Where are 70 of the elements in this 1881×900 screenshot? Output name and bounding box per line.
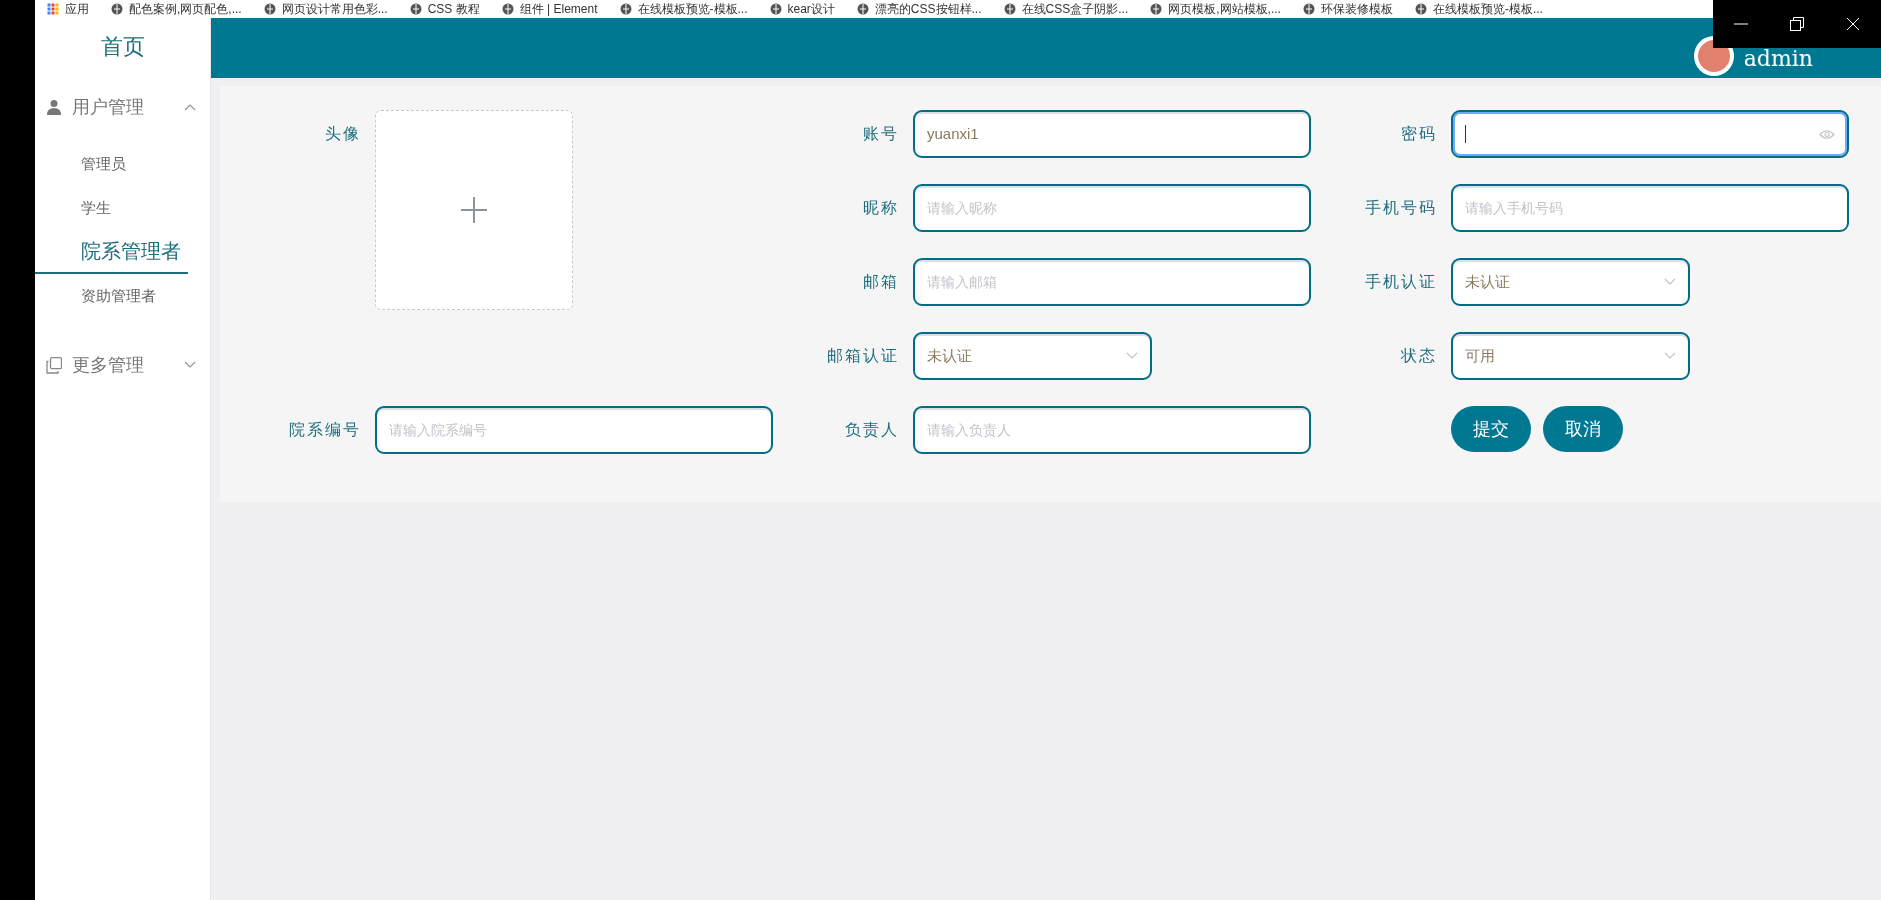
input-placeholder: 请输入院系编号: [389, 420, 487, 440]
chevron-down-icon: [184, 361, 196, 369]
globe-icon: [1414, 3, 1427, 15]
bookmark[interactable]: 网页设计常用色彩...: [263, 2, 388, 16]
field-label: 邮箱: [863, 271, 899, 293]
field-label: 负责人: [845, 419, 899, 441]
menu-group[interactable]: 用户管理: [35, 80, 210, 134]
username[interactable]: admin: [1743, 46, 1813, 72]
select-value: 未认证: [1465, 271, 1510, 292]
field-label: 邮箱认证: [827, 345, 899, 367]
user-icon: [46, 99, 62, 115]
chevron-up-icon: [184, 103, 196, 111]
field-label: 院系编号: [289, 419, 361, 441]
input-placeholder: 请输入昵称: [927, 198, 997, 218]
globe-icon: [1302, 3, 1315, 15]
menu-group[interactable]: 更多管理: [35, 338, 210, 392]
field-label: 头像: [325, 123, 361, 145]
globe-icon: [409, 3, 422, 15]
restore-icon[interactable]: [1790, 17, 1804, 31]
globe-icon: [263, 3, 276, 15]
plus-icon: [460, 196, 488, 224]
password-field[interactable]: [1451, 110, 1849, 158]
field-label: 状态: [1401, 345, 1437, 367]
text-cursor: [1465, 125, 1466, 143]
globe-icon: [619, 3, 632, 15]
bookmark[interactable]: 组件 | Element: [501, 2, 598, 16]
globe-icon: [1150, 3, 1163, 15]
bookmark[interactable]: 在线模板预览-模板...: [619, 2, 748, 16]
submit-button[interactable]: 提交: [1451, 406, 1531, 452]
bookmark[interactable]: 配色案例,网页配色,...: [111, 2, 242, 16]
globe-icon: [501, 3, 514, 15]
field-label: 密码: [1401, 123, 1437, 145]
chevron-down-icon: [1126, 352, 1138, 360]
select-value: 可用: [1465, 345, 1495, 366]
input-field[interactable]: yuanxi1: [913, 110, 1311, 158]
globe-icon: [1003, 3, 1016, 15]
input-placeholder: 请输入手机号码: [1465, 198, 1563, 218]
close-icon[interactable]: [1846, 17, 1860, 31]
bookmark[interactable]: 漂亮的CSS按钮样...: [856, 2, 982, 16]
select-field[interactable]: 未认证: [913, 332, 1152, 380]
field-label: 账号: [863, 123, 899, 145]
bookmark[interactable]: 在线模板预览-模板...: [1414, 2, 1543, 16]
menu-item[interactable]: 学生: [35, 186, 188, 230]
select-field[interactable]: 可用: [1451, 332, 1690, 380]
field-label: 昵称: [863, 197, 899, 219]
bookmark[interactable]: kear设计: [769, 2, 835, 16]
select-value: 未认证: [927, 345, 972, 366]
bookmark[interactable]: 网页模板,网站模板,...: [1150, 2, 1281, 16]
bookmark[interactable]: 应用: [47, 2, 89, 16]
bookmark[interactable]: 在线CSS盒子阴影...: [1003, 2, 1129, 16]
globe-icon: [769, 3, 782, 15]
cancel-button[interactable]: 取消: [1543, 406, 1623, 452]
globe-icon: [111, 3, 123, 15]
select-field[interactable]: 未认证: [1451, 258, 1690, 306]
globe-icon: [856, 3, 869, 15]
field-label: 手机号码: [1365, 197, 1437, 219]
bookmark[interactable]: CSS 教程: [409, 2, 480, 16]
menu-item[interactable]: 资助管理者: [35, 274, 188, 318]
chevron-down-icon: [1664, 278, 1676, 286]
bookmark[interactable]: 环保装修模板: [1302, 2, 1393, 16]
chevron-down-icon: [1664, 352, 1676, 360]
copy-icon: [46, 356, 62, 374]
menu-item[interactable]: 管理员: [35, 142, 188, 186]
home-link[interactable]: 首页: [100, 29, 145, 63]
input-placeholder: 请输入负责人: [927, 420, 1011, 440]
field-label: 手机认证: [1365, 271, 1437, 293]
input-value: yuanxi1: [927, 123, 979, 144]
input-placeholder: 请输入邮箱: [927, 272, 997, 292]
menu-item[interactable]: 院系管理者: [35, 230, 188, 274]
apps-icon: [47, 3, 59, 15]
